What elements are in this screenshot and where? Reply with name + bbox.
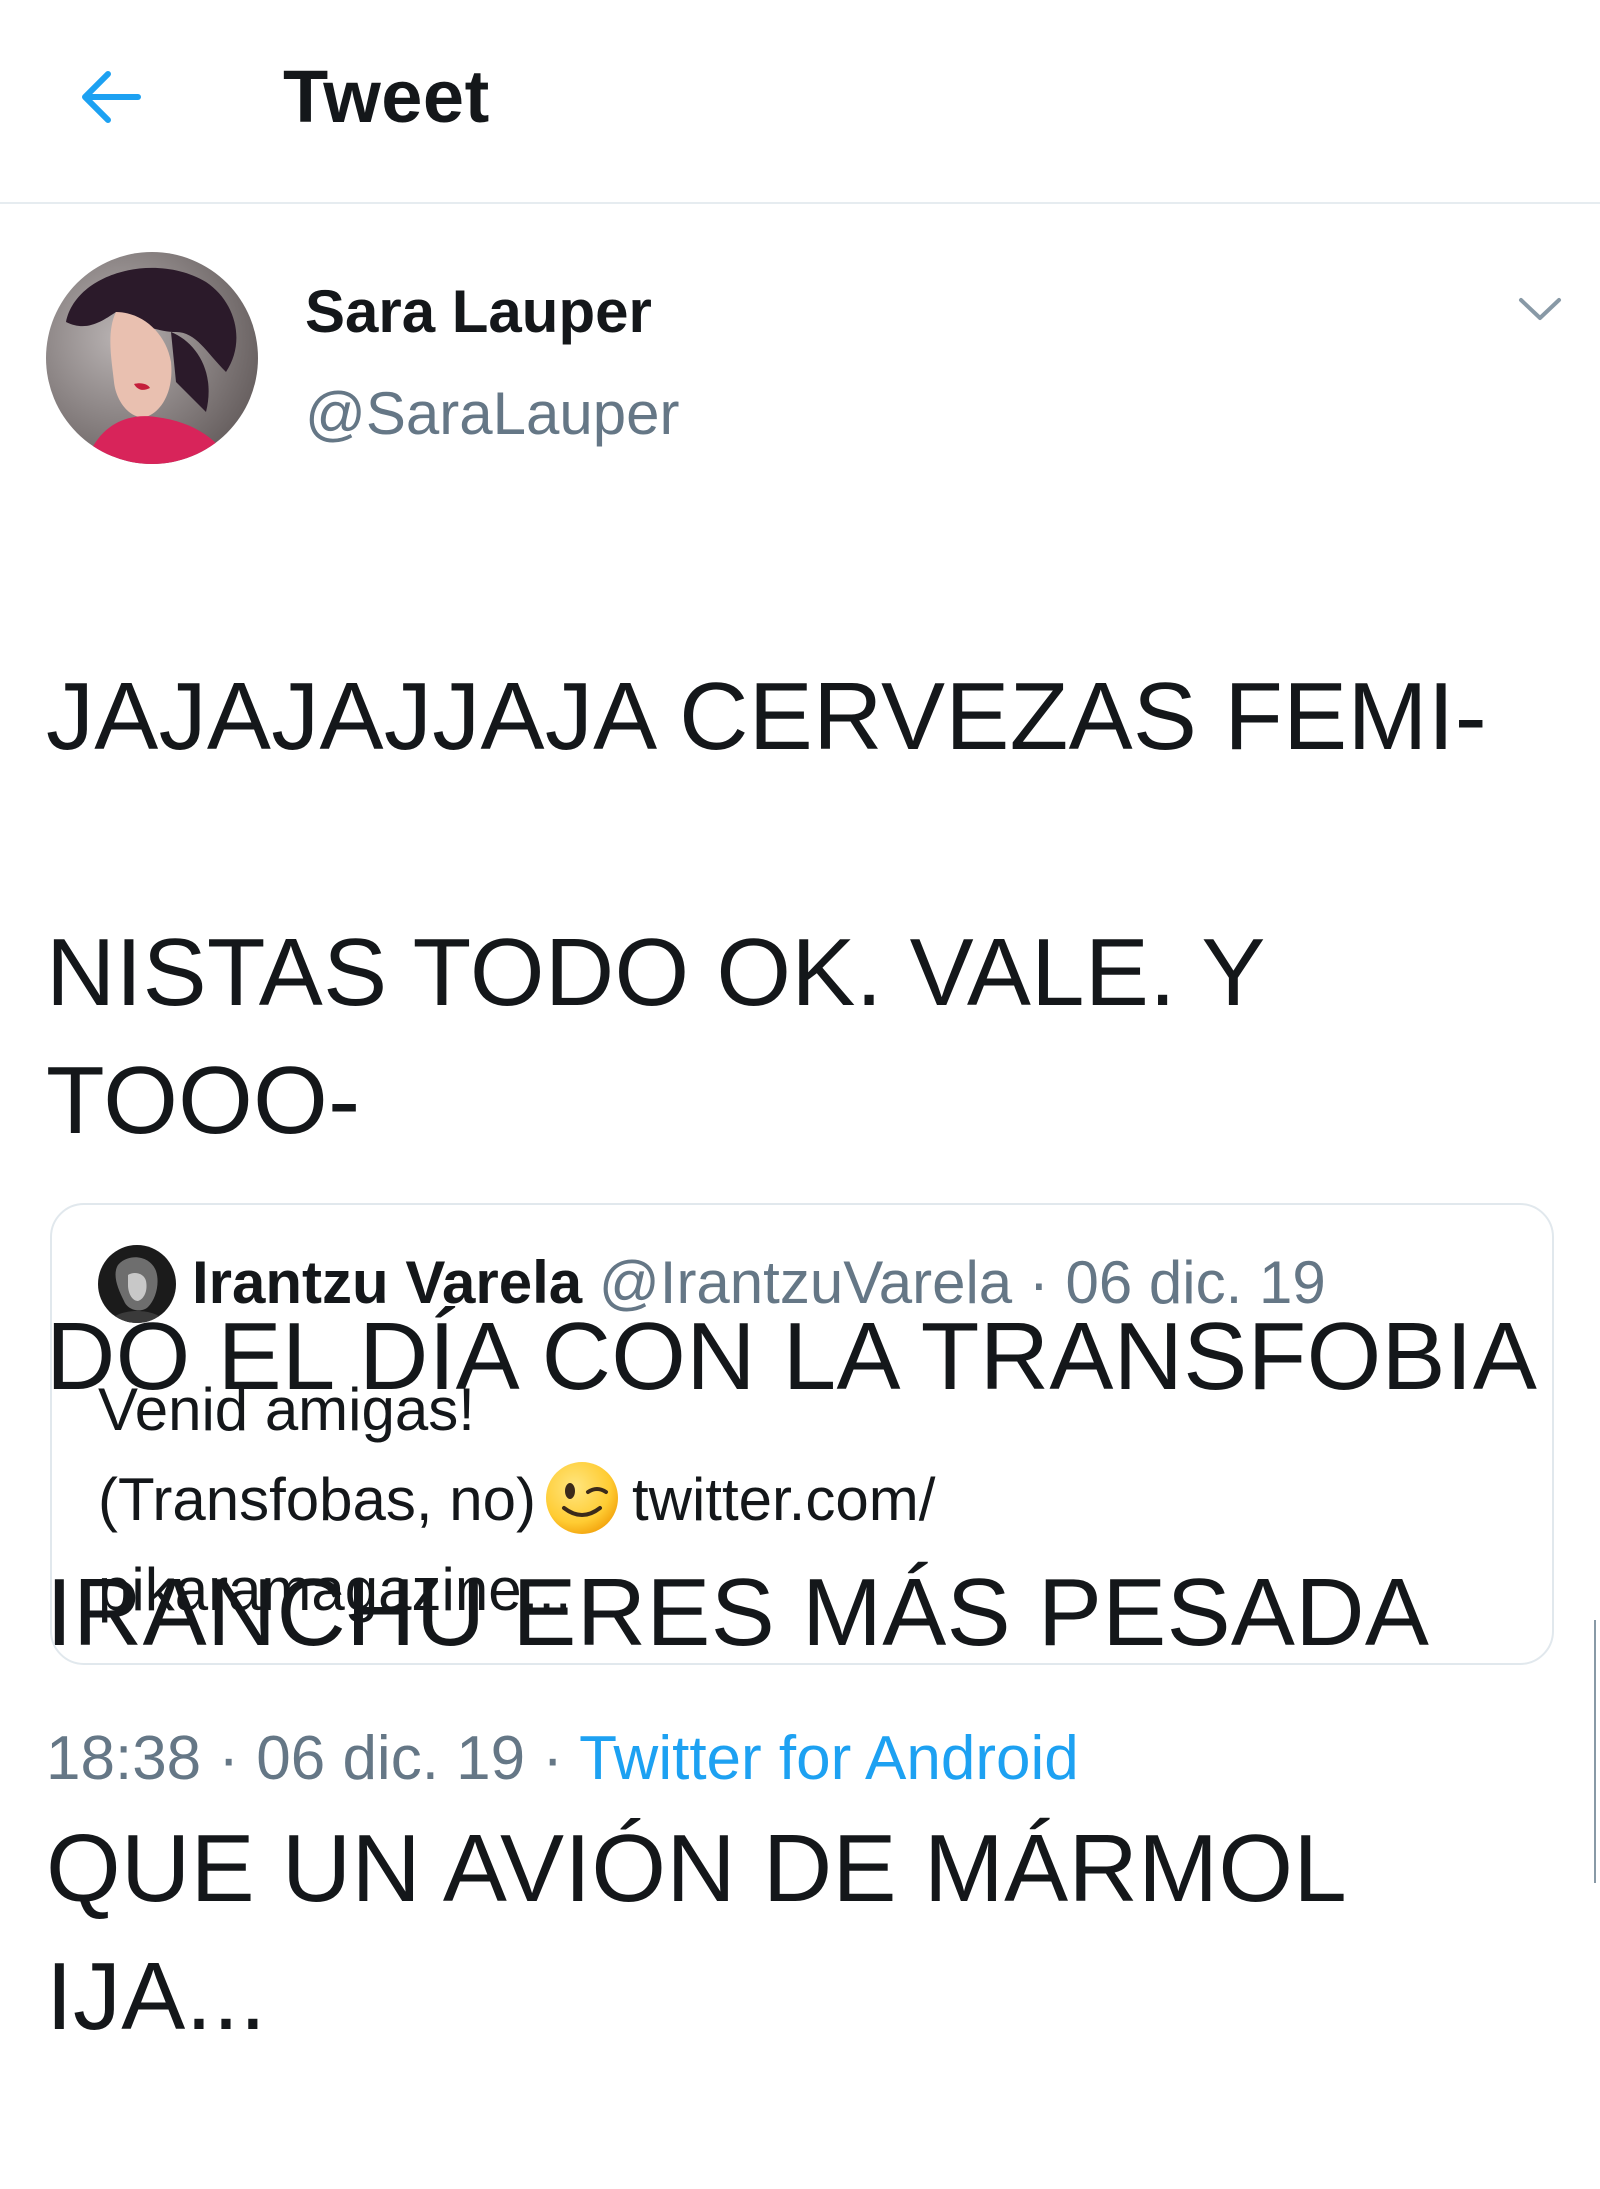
profile-photo <box>46 252 258 464</box>
quoted-author-name: Irantzu Varela <box>192 1249 583 1316</box>
quoted-text-line: (Transfobas, no) twitter.com/ <box>98 1455 1518 1545</box>
author-handle[interactable]: @SaraLauper <box>305 380 679 448</box>
quoted-author-meta: @IrantzuVarela · 06 dic. 19 <box>598 1249 1326 1316</box>
quoted-tweet[interactable]: Irantzu Varela @IrantzuVarela · 06 dic. … <box>50 1203 1554 1665</box>
tweet-menu-button[interactable] <box>1510 284 1570 334</box>
quoted-profile-photo <box>98 1245 176 1323</box>
author-name[interactable]: Sara Lauper <box>305 278 652 346</box>
quoted-text-line: Venid amigas! <box>98 1376 475 1443</box>
quoted-tweet-text: Venid amigas! (Transfobas, no) twitter.c… <box>98 1365 1518 1635</box>
quoted-author-avatar <box>98 1245 176 1323</box>
quoted-tweet-header: Irantzu Varela @IrantzuVarela · 06 dic. … <box>192 1247 1326 1319</box>
top-bar: Tweet <box>0 0 1600 204</box>
tweet-timestamp: 18:38 · 06 dic. 19 · <box>46 1724 580 1793</box>
tweet-source-link[interactable]: Twitter for Android <box>579 1724 1079 1793</box>
author-avatar[interactable] <box>46 252 258 464</box>
tweet-text-line: QUE UN AVIÓN DE MÁRMOL IJA... <box>46 1815 1344 2050</box>
tweet-text-line: NISTAS TODO OK. VALE. Y TOOO- <box>46 919 1265 1154</box>
chevron-down-icon <box>1519 298 1561 320</box>
arrow-left-icon <box>82 71 141 123</box>
scroll-edge <box>1594 1620 1596 1883</box>
quoted-text-segment: (Transfobas, no) <box>98 1466 536 1533</box>
page-title: Tweet <box>283 55 490 138</box>
tweet-text-line: JAJAJAJJAJA CERVEZAS FEMI- <box>46 663 1488 770</box>
quoted-link-continuation[interactable]: pikaramagazine... <box>98 1545 1518 1635</box>
quoted-link[interactable]: twitter.com/ <box>632 1466 935 1533</box>
tweet-footer: 18:38 · 06 dic. 19 · Twitter for Android <box>46 1722 1079 1796</box>
winking-face-emoji <box>545 1462 618 1535</box>
back-button[interactable] <box>70 56 152 138</box>
